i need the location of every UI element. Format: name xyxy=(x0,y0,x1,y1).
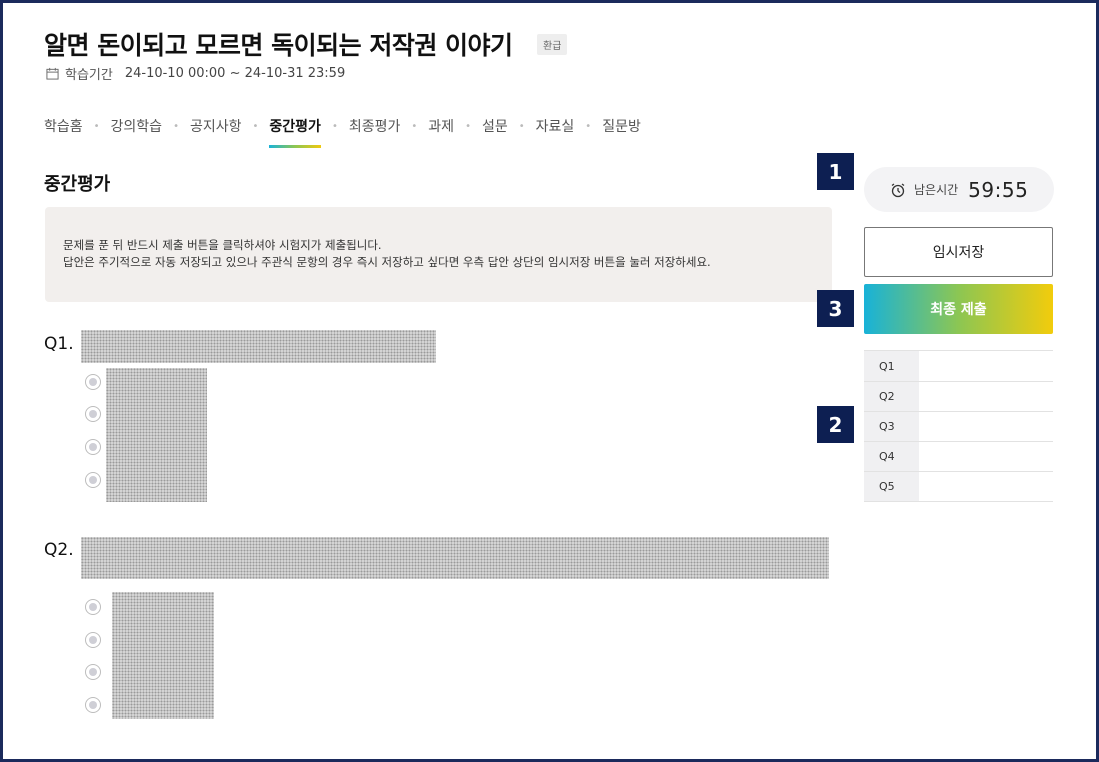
question-text-redacted xyxy=(81,537,829,579)
alarm-clock-icon xyxy=(891,182,905,197)
tab-resources[interactable]: 자료실 xyxy=(536,116,575,142)
answer-question-label[interactable]: Q4 xyxy=(864,442,919,471)
tab-assignment[interactable]: 과제 xyxy=(428,116,454,142)
question-text-redacted xyxy=(81,330,436,363)
question-number: Q1. xyxy=(44,334,74,354)
section-title: 중간평가 xyxy=(44,174,111,195)
tab-separator: • xyxy=(465,120,471,132)
remaining-time-label: 남은시간 xyxy=(914,183,959,197)
option-radio[interactable] xyxy=(85,472,101,488)
answer-row: Q5 xyxy=(864,472,1053,502)
option-radio[interactable] xyxy=(85,439,101,455)
notice-line: 문제를 푼 뒤 반드시 제출 버튼을 클릭하셔야 시험지가 제출됩니다. xyxy=(63,238,382,252)
answer-question-label[interactable]: Q5 xyxy=(864,472,919,501)
final-submit-button[interactable]: 최종 제출 xyxy=(864,284,1053,334)
study-period-value: 24-10-10 00:00 ~ 24-10-31 23:59 xyxy=(124,66,346,81)
remaining-time-value: 59:55 xyxy=(968,177,1029,202)
answer-row: Q1 xyxy=(864,351,1053,382)
answer-question-label[interactable]: Q3 xyxy=(864,412,919,441)
option-radio[interactable] xyxy=(85,664,101,680)
answer-sheet: Q1 Q2 Q3 Q4 Q5 xyxy=(864,350,1053,502)
tab-lecture[interactable]: 강의학습 xyxy=(111,116,163,142)
exam-notice: 문제를 푼 뒤 반드시 제출 버튼을 클릭하셔야 시험지가 제출됩니다. 답안은… xyxy=(45,207,832,302)
tab-survey[interactable]: 설문 xyxy=(482,116,508,142)
tab-separator: • xyxy=(173,120,179,132)
tab-separator: • xyxy=(252,120,259,132)
temp-save-button[interactable]: 임시저장 xyxy=(864,227,1053,277)
answer-row: Q3 xyxy=(864,412,1053,442)
options-text-redacted xyxy=(112,592,214,719)
tab-separator: • xyxy=(93,120,100,132)
remaining-time: 남은시간 59:55 xyxy=(864,167,1054,212)
calendar-icon xyxy=(46,67,59,80)
answer-question-label[interactable]: Q2 xyxy=(864,382,919,411)
answer-cell[interactable] xyxy=(919,382,1053,411)
answer-question-label[interactable]: Q1 xyxy=(864,351,919,381)
refund-badge: 환급 xyxy=(537,34,568,55)
study-period: 학습기간 24-10-10 00:00 ~ 24-10-31 23:59 xyxy=(46,64,345,83)
tab-notice[interactable]: 공지사항 xyxy=(190,116,242,142)
option-radio[interactable] xyxy=(85,697,101,713)
notice-line: 답안은 주기적으로 자동 저장되고 있으나 주관식 문항의 경우 즉시 저장하고… xyxy=(63,255,711,269)
option-radio[interactable] xyxy=(85,374,101,390)
answer-cell[interactable] xyxy=(919,351,1053,381)
option-radio[interactable] xyxy=(85,406,101,422)
answer-row: Q4 xyxy=(864,442,1053,472)
tab-qna[interactable]: 질문방 xyxy=(602,116,641,142)
option-radio[interactable] xyxy=(85,632,101,648)
tab-separator: • xyxy=(331,120,338,132)
annotation-marker: 1 xyxy=(817,153,854,190)
tab-final[interactable]: 최종평가 xyxy=(349,116,401,142)
course-title: 알면 돈이되고 모르면 독이되는 저작권 이야기 xyxy=(44,31,513,60)
answer-row: Q2 xyxy=(864,382,1053,412)
tab-study-home[interactable]: 학습홈 xyxy=(44,116,83,142)
annotation-marker: 2 xyxy=(817,406,854,443)
options-text-redacted xyxy=(106,368,207,502)
tab-separator: • xyxy=(585,120,592,132)
tab-midterm[interactable]: 중간평가 xyxy=(269,116,321,148)
tab-separator: • xyxy=(411,120,418,132)
annotation-marker: 3 xyxy=(817,290,854,327)
course-tabs: 학습홈 • 강의학습 • 공지사항 • 중간평가 • 최종평가 • 과제 • 설… xyxy=(44,116,641,148)
answer-cell[interactable] xyxy=(919,412,1053,441)
answer-cell[interactable] xyxy=(919,472,1053,501)
answer-cell[interactable] xyxy=(919,442,1053,471)
option-radio[interactable] xyxy=(85,599,101,615)
study-period-label: 학습기간 xyxy=(65,68,113,83)
question-number: Q2. xyxy=(44,540,74,560)
tab-separator: • xyxy=(518,120,525,132)
